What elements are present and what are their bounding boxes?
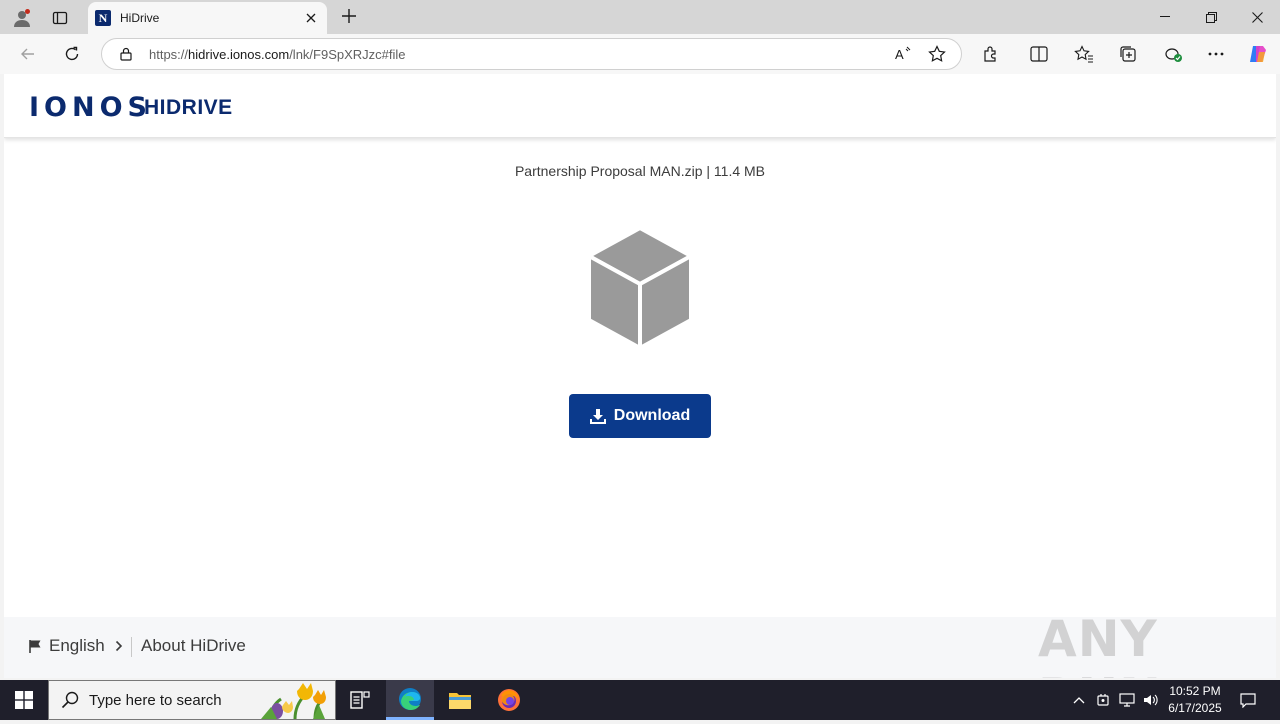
url-host: hidrive.ionos.com (188, 46, 290, 62)
edge-taskbar-icon[interactable] (386, 680, 434, 720)
read-aloud-icon[interactable]: A (889, 40, 917, 68)
search-icon (61, 691, 79, 709)
device-icon[interactable] (1092, 680, 1114, 720)
url-path: /lnk/F9SpXRJzc#file (289, 46, 406, 62)
favorites-icon[interactable] (1070, 40, 1098, 68)
taskbar-clock[interactable]: 10:52 PM 6/17/2025 (1160, 683, 1230, 717)
firefox-icon[interactable] (485, 680, 533, 720)
tab-title: HiDrive (120, 11, 160, 25)
close-window-icon[interactable] (1234, 0, 1280, 34)
new-tab-icon[interactable] (338, 5, 360, 27)
favorite-star-icon[interactable] (923, 40, 951, 68)
windows-taskbar: Type here to search 10:52 PM 6/17/2025 (0, 680, 1280, 720)
tab-hidrive[interactable]: N HiDrive (88, 2, 327, 34)
clock-date: 6/17/2025 (1168, 701, 1222, 715)
tab-actions-icon[interactable] (47, 5, 73, 31)
download-icon (589, 408, 606, 424)
file-info: Partnership Proposal MAN.zip | 11.4 MB (514, 163, 766, 179)
anyrun-watermark: ANY RUN (1038, 610, 1161, 678)
svg-text:A: A (895, 47, 904, 62)
file-explorer-icon[interactable] (436, 680, 484, 720)
volume-icon[interactable] (1140, 680, 1162, 720)
restore-icon[interactable] (1188, 0, 1234, 34)
url-prefix: https:// (149, 46, 189, 62)
about-hidrive-link[interactable]: About HiDrive (141, 636, 246, 656)
chevron-right-icon (115, 640, 125, 652)
hidrive-logo[interactable]: HIDRIVE (144, 96, 233, 120)
footer-divider (131, 637, 132, 657)
profile-icon[interactable] (9, 5, 35, 31)
url-text[interactable]: https://hidrive.ionos.com/lnk/F9SpXRJzc#… (149, 47, 889, 62)
search-placeholder: Type here to search (89, 691, 222, 709)
site-header: IONOS HIDRIVE (4, 74, 1276, 138)
extensions-icon[interactable] (977, 40, 1005, 68)
address-bar[interactable]: https://hidrive.ionos.com/lnk/F9SpXRJzc#… (101, 38, 962, 70)
refresh-icon[interactable] (58, 40, 86, 68)
hidrive-favicon-icon: N (95, 10, 111, 26)
split-screen-icon[interactable] (1025, 40, 1053, 68)
network-icon[interactable] (1116, 680, 1138, 720)
show-hidden-icons-icon[interactable] (1068, 680, 1090, 720)
download-button[interactable]: Download (569, 394, 711, 438)
tab-close-icon[interactable] (301, 8, 321, 28)
flag-icon (28, 639, 42, 653)
taskbar-search-box[interactable]: Type here to search (48, 680, 336, 720)
search-highlight-flowers-icon (255, 681, 335, 720)
more-menu-icon[interactable] (1202, 40, 1230, 68)
page-viewport: IONOS HIDRIVE Partnership Proposal MAN.z… (4, 74, 1276, 678)
notifications-icon[interactable] (1236, 680, 1260, 720)
language-selector[interactable]: English (28, 636, 125, 656)
copilot-icon[interactable] (1244, 40, 1272, 68)
collections-icon[interactable] (1114, 40, 1142, 68)
language-label: English (49, 636, 105, 655)
lock-icon[interactable] (118, 46, 134, 62)
task-view-icon[interactable] (336, 680, 384, 720)
browser-tab-bar: N HiDrive (0, 0, 1280, 34)
clock-time: 10:52 PM (1169, 684, 1221, 698)
browser-toolbar: https://hidrive.ionos.com/lnk/F9SpXRJzc#… (0, 34, 1280, 74)
ionos-logo[interactable]: IONOS (29, 92, 152, 123)
back-icon[interactable] (14, 40, 42, 68)
minimize-icon[interactable] (1142, 0, 1188, 34)
windows-start-icon[interactable] (0, 680, 48, 720)
browser-essentials-icon[interactable] (1159, 40, 1187, 68)
file-package-icon (585, 226, 695, 350)
download-label: Download (613, 407, 691, 424)
